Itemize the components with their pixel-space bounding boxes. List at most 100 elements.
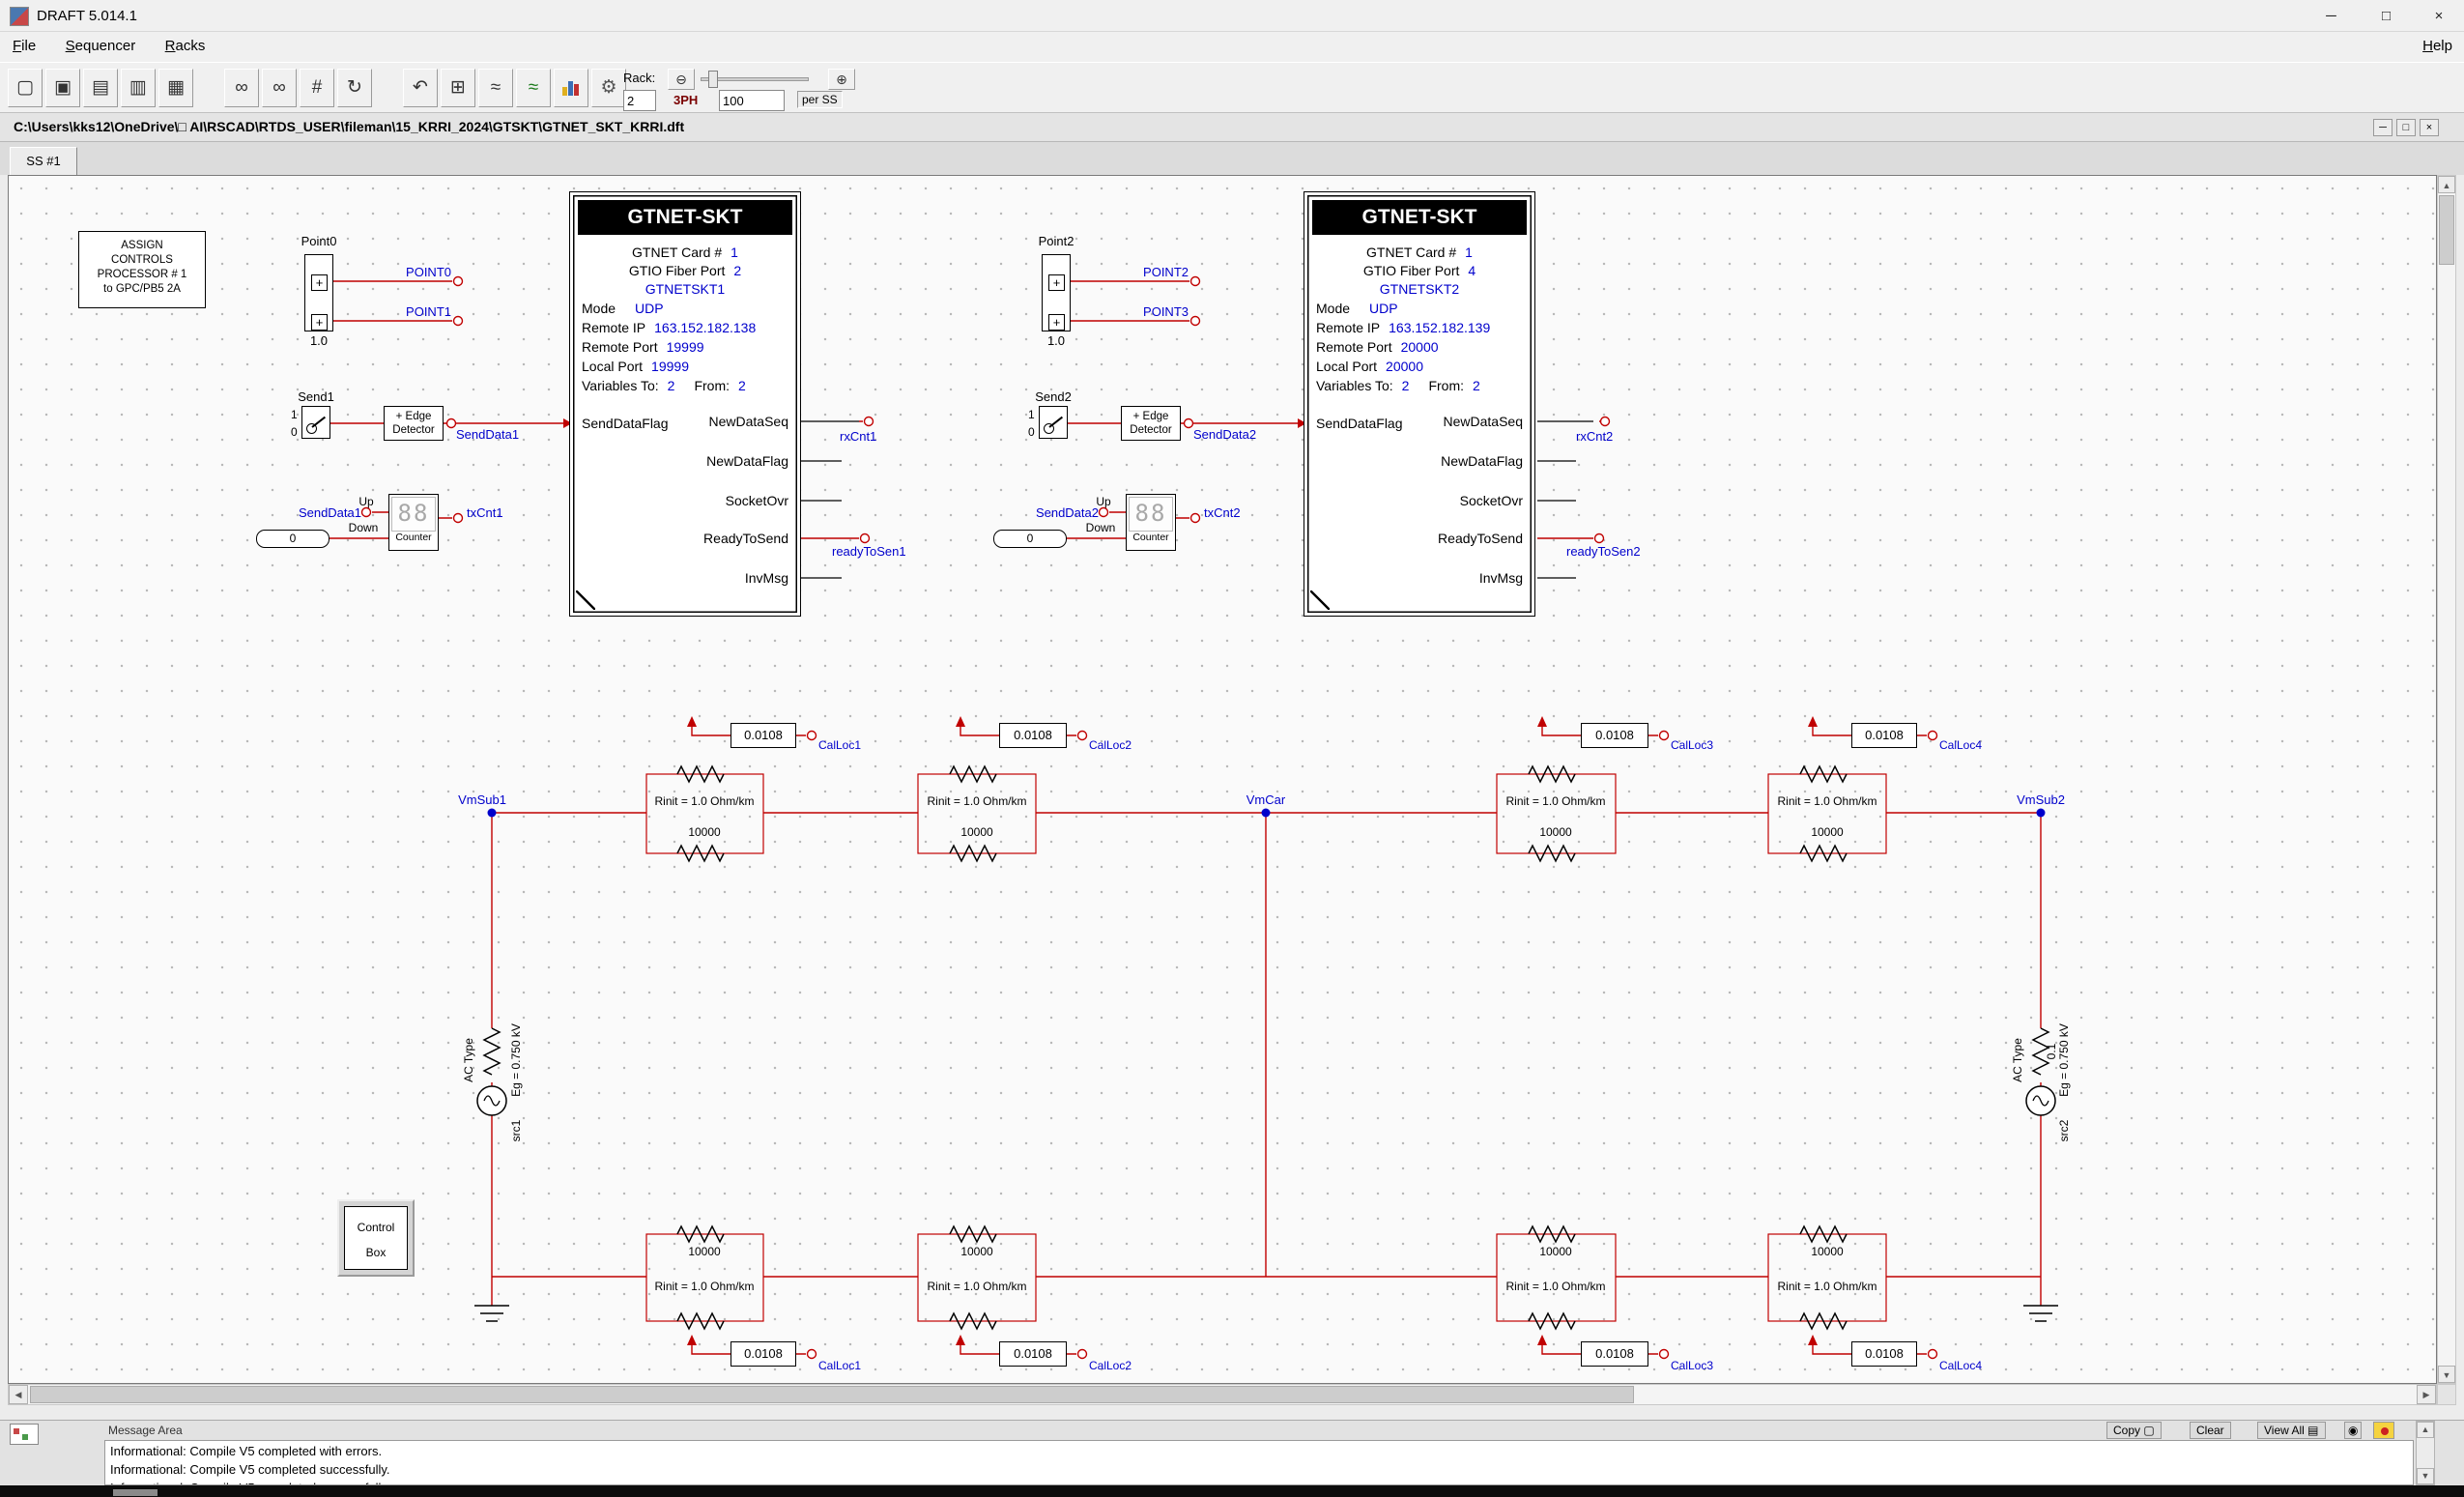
port-out-label: NewDataSeq — [1316, 414, 1523, 431]
draft-canvas[interactable]: ASSIGN CONTROLS PROCESSOR # 1 to GPC/PB5… — [8, 175, 2437, 1384]
scroll-right-button[interactable]: ▶ — [2417, 1385, 2436, 1404]
counter-block[interactable]: 88 Counter — [1126, 494, 1176, 551]
find-button[interactable]: ∞ — [224, 69, 259, 107]
chart-button[interactable] — [554, 69, 588, 107]
calloc-meter[interactable]: 0.0108 — [999, 1341, 1067, 1367]
wire-label: txCnt2 — [1204, 505, 1241, 520]
port-out-label: SocketOvr — [582, 493, 788, 510]
waveform-button[interactable]: ≈ — [516, 69, 551, 107]
message-area-title: Message Area — [108, 1424, 183, 1437]
line-r-label: 10000 — [938, 825, 1016, 839]
gtnet-skt-block-2[interactable]: GTNET-SKT GTNET Card #1 GTIO Fiber Port4… — [1304, 191, 1535, 617]
port-out-label: InvMsg — [1316, 570, 1523, 588]
calloc-meter[interactable]: 0.0108 — [1851, 723, 1917, 748]
dial-knob-icon[interactable]: + — [1048, 314, 1065, 331]
dial-knob-icon[interactable]: + — [311, 274, 328, 291]
view-all-messages-button[interactable]: View All ▤ — [2257, 1422, 2326, 1439]
dial-knob-icon[interactable]: + — [1048, 274, 1065, 291]
edge-detector-block[interactable]: + Edge Detector — [1121, 406, 1181, 441]
copy-button[interactable]: ⊞ — [441, 69, 475, 107]
path-bar: C:\Users\kks12\OneDrive\□ AI\RSCAD\RTDS_… — [0, 113, 2464, 142]
rack-input[interactable] — [623, 90, 656, 111]
save-button[interactable]: ▤ — [83, 69, 118, 107]
zoom-out-icon: ⊖ — [675, 72, 687, 87]
clear-messages-button[interactable]: Clear — [2190, 1422, 2231, 1439]
calloc-meter[interactable]: 0.0108 — [999, 723, 1067, 748]
assign-line: CONTROLS — [79, 253, 205, 268]
param-value: UDP — [635, 301, 664, 316]
point-switch[interactable]: + + — [1042, 254, 1071, 331]
param-label: Remote Port — [582, 339, 658, 355]
horizontal-scroll-thumb[interactable] — [30, 1386, 1634, 1403]
switch-off-label: 0 — [1028, 425, 1035, 439]
mdi-restore-button[interactable]: □ — [2396, 119, 2416, 136]
zoom-input[interactable] — [719, 90, 785, 111]
wire-icon: # — [312, 77, 323, 98]
menu-racks[interactable]: Racks — [153, 32, 218, 60]
print-button[interactable]: ▦ — [158, 69, 193, 107]
zoom-out-button[interactable]: ⊖ — [668, 69, 695, 90]
open-file-button[interactable]: ▣ — [45, 69, 80, 107]
menu-file[interactable]: File — [0, 32, 48, 60]
point-switch[interactable]: + + — [304, 254, 333, 331]
close-button[interactable]: × — [2414, 0, 2464, 32]
scroll-left-button[interactable]: ◀ — [9, 1385, 28, 1404]
calloc-meter[interactable]: 0.0108 — [731, 1341, 796, 1367]
undo-button[interactable]: ↶ — [403, 69, 438, 107]
menu-sequencer[interactable]: Sequencer — [53, 32, 149, 60]
button-label: View All — [2264, 1424, 2305, 1437]
wire-mode-button[interactable]: # — [300, 69, 334, 107]
find-next-button[interactable]: ∞ — [262, 69, 297, 107]
control-box-block[interactable]: Control Box — [337, 1199, 415, 1277]
zoom-in-button[interactable]: ⊕ — [828, 69, 855, 90]
new-file-button[interactable]: ▢ — [8, 69, 43, 107]
plot-button[interactable]: ≈ — [478, 69, 513, 107]
compile-button[interactable]: ⚙ — [591, 69, 626, 107]
vertical-scrollbar[interactable]: ▲ ▼ — [2437, 175, 2456, 1384]
phase-mode-label[interactable]: 3PH — [673, 93, 698, 107]
title-bar: DRAFT 5.014.1 ─ □ × — [0, 0, 2464, 32]
message-scroll-down-button[interactable]: ▼ — [2417, 1468, 2434, 1484]
report-button[interactable]: ▥ — [121, 69, 156, 107]
mdi-close-button[interactable]: × — [2420, 119, 2439, 136]
line-r-label: 10000 — [1789, 1245, 1866, 1258]
message-options-button[interactable]: ◉ — [2344, 1422, 2362, 1439]
param-value: 4 — [1468, 263, 1476, 278]
scroll-down-button[interactable]: ▼ — [2438, 1366, 2455, 1383]
view-list-icon: ▤ — [2307, 1424, 2318, 1437]
send-switch[interactable] — [301, 406, 330, 439]
send-switch[interactable] — [1039, 406, 1068, 439]
counter-block[interactable]: 88 Counter — [388, 494, 439, 551]
message-list[interactable]: Informational: Compile V5 completed with… — [104, 1440, 2414, 1485]
calloc-meter[interactable]: 0.0108 — [1581, 1341, 1648, 1367]
dial-knob-icon[interactable]: + — [311, 314, 328, 331]
icon-dot — [14, 1428, 19, 1434]
calloc-meter[interactable]: 0.0108 — [1581, 723, 1648, 748]
maximize-button[interactable]: □ — [2359, 0, 2414, 32]
minimize-button[interactable]: ─ — [2304, 0, 2359, 32]
new-file-icon: ▢ — [16, 77, 34, 98]
wire-label: CalLoc3 — [1671, 738, 1713, 752]
menu-help[interactable]: Help — [2422, 38, 2452, 54]
vertical-scroll-thumb[interactable] — [2439, 195, 2454, 265]
horizontal-scrollbar[interactable]: ◀ ▶ — [8, 1384, 2437, 1405]
copy-messages-button[interactable]: Copy ▢ — [2106, 1422, 2162, 1439]
message-scrollbar[interactable]: ▲ ▼ — [2416, 1421, 2435, 1485]
calloc-meter[interactable]: 0.0108 — [1851, 1341, 1917, 1367]
zoom-slider-handle[interactable] — [708, 71, 718, 88]
rotate-button[interactable]: ↻ — [337, 69, 372, 107]
message-scroll-up-button[interactable]: ▲ — [2417, 1422, 2434, 1438]
scroll-up-button[interactable]: ▲ — [2438, 176, 2455, 193]
edge-detector-block[interactable]: + Edge Detector — [384, 406, 444, 441]
gtnet-skt-block-1[interactable]: GTNET-SKT GTNET Card #1 GTIO Fiber Port2… — [569, 191, 801, 617]
calloc-meter[interactable]: 0.0108 — [731, 723, 796, 748]
source-type-label: AC Type — [2011, 1026, 2024, 1094]
constant-zero-block[interactable]: 0 — [993, 530, 1067, 548]
param-value: 19999 — [651, 359, 689, 374]
constant-zero-block[interactable]: 0 — [256, 530, 329, 548]
assign-controls-block[interactable]: ASSIGN CONTROLS PROCESSOR # 1 to GPC/PB5… — [78, 231, 206, 308]
mdi-minimize-button[interactable]: ─ — [2373, 119, 2392, 136]
param-value: 2 — [733, 263, 741, 278]
tab-ss1[interactable]: SS #1 — [10, 147, 77, 175]
button-label: Copy — [2113, 1424, 2140, 1437]
